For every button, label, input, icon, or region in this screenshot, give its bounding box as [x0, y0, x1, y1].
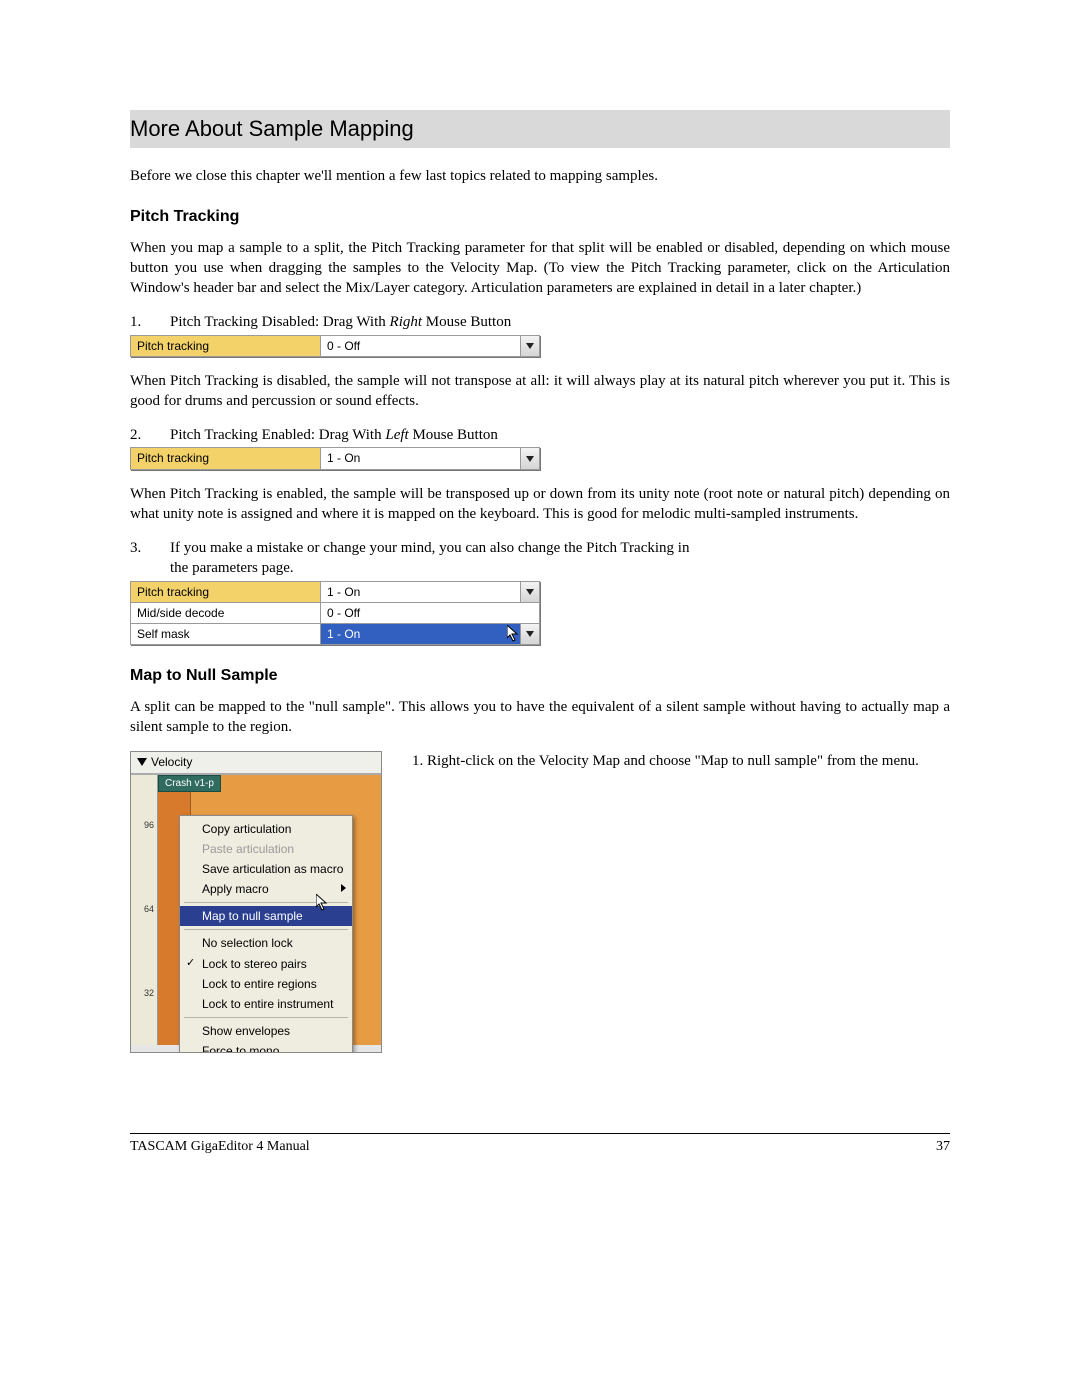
list-item-3: 3. If you make a mistake or change your … [130, 538, 950, 579]
list-item-2: 2. Pitch Tracking Enabled: Drag With Lef… [130, 425, 950, 445]
list-item-1: 1. Pitch Tracking Disabled: Drag With Ri… [130, 312, 950, 332]
menu-force-to-mono[interactable]: Force to mono [180, 1041, 352, 1053]
menu-lock-entire-regions[interactable]: Lock to entire regions [180, 974, 352, 994]
menu-lock-stereo-pairs[interactable]: Lock to stereo pairs [180, 954, 352, 974]
param-value-select[interactable]: 0 - Off [321, 336, 539, 356]
menu-no-selection-lock[interactable]: No selection lock [180, 933, 352, 953]
page-footer: TASCAM GigaEditor 4 Manual 37 [130, 1133, 950, 1157]
menu-apply-macro[interactable]: Apply macro [180, 879, 352, 899]
menu-lock-entire-instrument[interactable]: Lock to entire instrument [180, 994, 352, 1014]
intro-paragraph: Before we close this chapter we'll menti… [130, 166, 950, 186]
param-value-select[interactable]: 1 - On [321, 582, 539, 602]
menu-separator [184, 902, 348, 903]
list-text: If you make a mistake or change your min… [170, 538, 950, 579]
list-text: Pitch Tracking Enabled: Drag With Left M… [170, 425, 950, 445]
velocity-header[interactable]: Velocity [131, 752, 381, 773]
param-label: Pitch tracking [131, 336, 321, 356]
list-text: Pitch Tracking Disabled: Drag With Right… [170, 312, 950, 332]
page-number: 37 [936, 1138, 950, 1157]
velocity-map-figure: Velocity 96 64 32 Crash v1-p Copy articu… [130, 751, 382, 1053]
param-label: Self mask [131, 624, 321, 644]
figure-row: Velocity 96 64 32 Crash v1-p Copy articu… [130, 751, 950, 1053]
manual-page: More About Sample Mapping Before we clos… [0, 0, 1080, 1197]
param-value-select[interactable]: 1 - On [321, 448, 539, 468]
step-text: 1. Right-click on the Velocity Map and c… [412, 751, 919, 1053]
pitch-tracking-dropdown-off: Pitch tracking 0 - Off [130, 335, 540, 357]
list-number: 3. [130, 538, 170, 579]
param-value[interactable]: 0 - Off [321, 603, 539, 623]
pitch-para-3: When Pitch Tracking is enabled, the samp… [130, 484, 950, 525]
param-value-selected[interactable]: 1 - On [321, 624, 539, 644]
menu-map-to-null-sample[interactable]: Map to null sample [180, 906, 352, 926]
pitch-tracking-dropdown-on: Pitch tracking 1 - On [130, 447, 540, 469]
null-sample-subhead: Map to Null Sample [130, 665, 950, 687]
dropdown-arrow-icon[interactable] [520, 582, 539, 602]
sample-name-tab[interactable]: Crash v1-p [158, 775, 221, 793]
parameters-panel: Pitch tracking 1 - On Mid/side decode 0 … [130, 581, 540, 646]
menu-show-envelopes[interactable]: Show envelopes [180, 1021, 352, 1041]
list-number: 1. [130, 312, 170, 332]
velocity-scale: 96 64 32 [131, 775, 158, 1045]
null-sample-para: A split can be mapped to the "null sampl… [130, 697, 950, 738]
pitch-tracking-subhead: Pitch Tracking [130, 206, 950, 228]
list-number: 2. [130, 425, 170, 445]
pitch-para-2: When Pitch Tracking is disabled, the sam… [130, 371, 950, 412]
param-label: Mid/side decode [131, 603, 321, 623]
velocity-title: Velocity [151, 754, 192, 770]
footer-title: TASCAM GigaEditor 4 Manual [130, 1138, 310, 1157]
dropdown-arrow-icon[interactable] [520, 448, 539, 468]
menu-separator [184, 1017, 348, 1018]
menu-paste-articulation: Paste articulation [180, 839, 352, 859]
pitch-para-1: When you map a sample to a split, the Pi… [130, 238, 950, 299]
menu-copy-articulation[interactable]: Copy articulation [180, 819, 352, 839]
dropdown-arrow-icon[interactable] [520, 336, 539, 356]
menu-save-articulation-macro[interactable]: Save articulation as macro [180, 859, 352, 879]
context-menu: Copy articulation Paste articulation Sav… [179, 815, 353, 1054]
dropdown-arrow-icon[interactable] [520, 624, 539, 644]
collapse-triangle-icon [137, 758, 147, 766]
param-label: Pitch tracking [131, 448, 321, 468]
param-label: Pitch tracking [131, 582, 321, 602]
cursor-icon [507, 625, 521, 643]
section-heading: More About Sample Mapping [130, 110, 950, 148]
menu-separator [184, 929, 348, 930]
